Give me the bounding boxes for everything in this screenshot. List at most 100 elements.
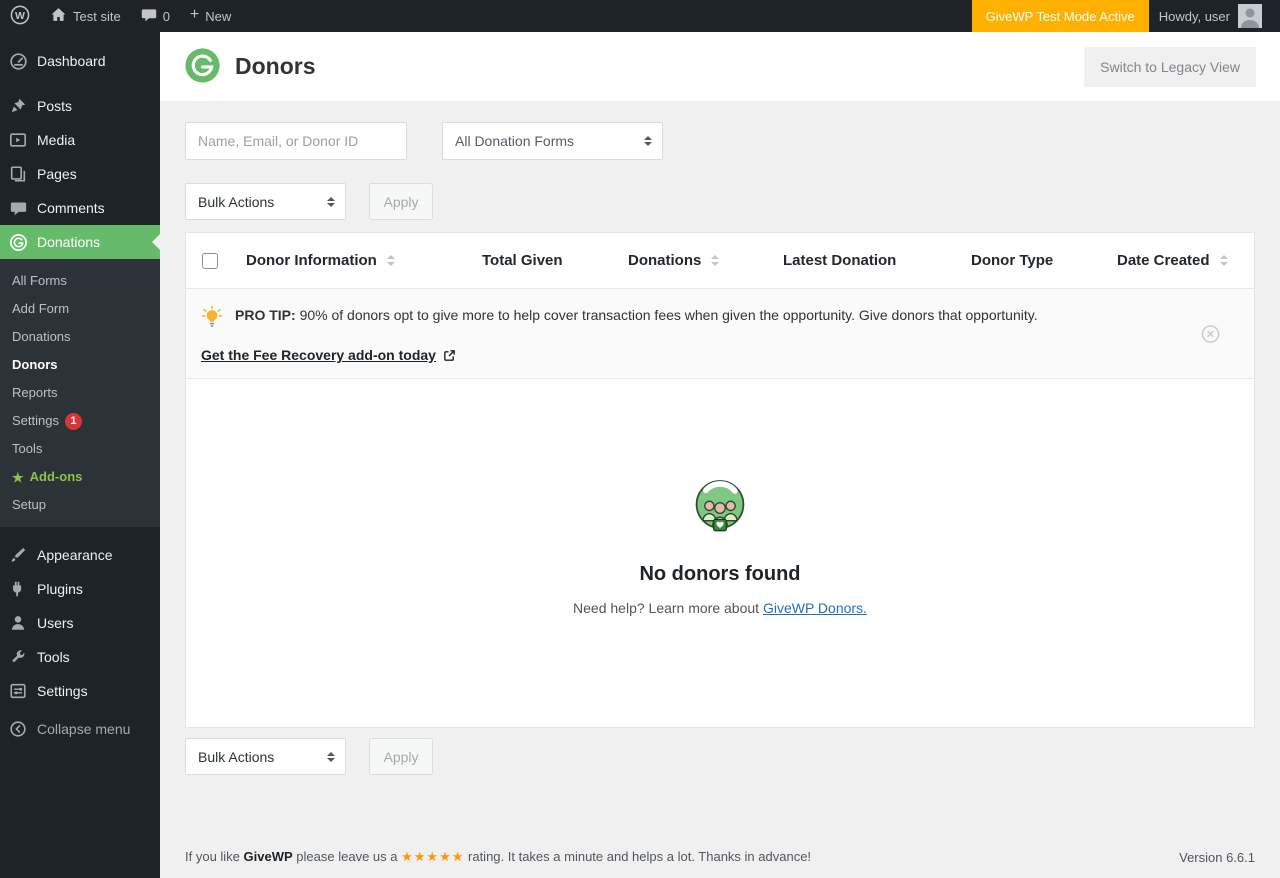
admin-layout: Dashboard Posts Media Pages Comments D	[0, 32, 1280, 878]
settings-update-badge: 1	[65, 413, 82, 430]
howdy-user-menu[interactable]: Howdy, user	[1149, 0, 1280, 32]
sidebar-item-label: Pages	[37, 166, 77, 182]
donor-search-input[interactable]	[185, 122, 407, 160]
bulk-actions-select[interactable]: Bulk Actions	[185, 183, 346, 220]
givewp-test-mode-badge[interactable]: GiveWP Test Mode Active	[972, 0, 1149, 32]
apply-button-bottom[interactable]: Apply	[369, 738, 433, 775]
empty-help-text: Need help? Learn more about	[573, 600, 759, 616]
sidebar-item-plugins[interactable]: Plugins	[0, 572, 160, 606]
pro-tip-text-row: PRO TIP: 90% of donors opt to give more …	[201, 305, 1198, 334]
admin-footer: If you like GiveWP please leave us a ★★★…	[160, 849, 1280, 878]
submenu-item-tools[interactable]: Tools	[0, 435, 160, 463]
switch-legacy-view-button[interactable]: Switch to Legacy View	[1084, 47, 1256, 87]
donation-forms-select[interactable]: All Donation Forms	[442, 122, 663, 160]
empty-state: No donors found Need help? Learn more ab…	[186, 379, 1254, 727]
sidebar-item-label: Posts	[37, 98, 72, 114]
collapse-menu-icon	[8, 720, 28, 738]
submenu-label: Tools	[12, 440, 42, 458]
givewp-menu-icon	[8, 233, 28, 252]
submenu-item-all-forms[interactable]: All Forms	[0, 267, 160, 295]
comments-bubble-icon	[141, 7, 157, 26]
sidebar-item-tools[interactable]: Tools	[0, 640, 160, 674]
svg-text:W: W	[15, 9, 25, 21]
sort-icon	[1220, 255, 1228, 266]
admin-bar-right: GiveWP Test Mode Active Howdy, user	[972, 0, 1280, 32]
plugins-icon	[8, 580, 28, 598]
sidebar-item-collapse-menu[interactable]: Collapse menu	[0, 712, 160, 746]
pro-tip-label: PRO TIP:	[235, 307, 296, 323]
column-label: Donor Type	[971, 252, 1053, 269]
sidebar-item-donations[interactable]: Donations	[0, 225, 160, 259]
admin-bar: W Test site 0 + New GiveWP Test Mode Act…	[0, 0, 1280, 32]
sidebar-item-dashboard[interactable]: Dashboard	[0, 44, 160, 78]
bulk-actions-select-bottom[interactable]: Bulk Actions	[185, 738, 346, 775]
new-content-button[interactable]: + New	[180, 0, 241, 32]
fee-recovery-link[interactable]: Get the Fee Recovery add-on today	[201, 347, 456, 363]
submenu-label: Setup	[12, 496, 46, 514]
sidebar-item-settings[interactable]: Settings	[0, 674, 160, 708]
sort-icon	[387, 255, 395, 266]
sidebar-item-media[interactable]: Media	[0, 123, 160, 157]
site-name-link[interactable]: Test site	[40, 0, 131, 32]
posts-icon	[8, 97, 28, 115]
page-title: Donors	[235, 53, 316, 80]
column-header-total-given: Total Given	[482, 252, 628, 269]
star-icon: ★	[12, 471, 24, 484]
apply-button[interactable]: Apply	[369, 183, 433, 220]
column-header-date-created[interactable]: Date Created	[1117, 252, 1254, 269]
sidebar-item-posts[interactable]: Posts	[0, 89, 160, 123]
sidebar-item-label: Donations	[37, 234, 100, 250]
comments-shortcut[interactable]: 0	[131, 0, 180, 32]
sidebar-item-appearance[interactable]: Appearance	[0, 538, 160, 572]
main-content: Donors Switch to Legacy View All Donatio…	[160, 32, 1280, 878]
submenu-item-reports[interactable]: Reports	[0, 379, 160, 407]
fee-recovery-link-label: Get the Fee Recovery add-on today	[201, 347, 436, 363]
column-header-donations[interactable]: Donations	[628, 252, 783, 269]
bulk-actions-select-value: Bulk Actions	[198, 194, 274, 210]
column-header-donor-information[interactable]: Donor Information	[246, 252, 482, 269]
appearance-icon	[8, 546, 28, 564]
wordpress-logo-icon: W	[10, 5, 30, 28]
pro-tip-text: PRO TIP: 90% of donors opt to give more …	[235, 305, 1038, 325]
footer-text: If you like	[185, 849, 240, 864]
select-caret-icon	[644, 136, 652, 146]
pro-tip-message: 90% of donors opt to give more to help c…	[300, 307, 1038, 323]
donors-table-header: Donor Information Total Given Donations …	[186, 233, 1254, 288]
submenu-item-donations[interactable]: Donations	[0, 323, 160, 351]
submenu-item-add-ons[interactable]: ★ Add-ons	[0, 463, 160, 491]
dashboard-icon	[8, 52, 28, 71]
donation-forms-select-value: All Donation Forms	[455, 133, 574, 149]
givewp-donors-link[interactable]: GiveWP Donors.	[763, 600, 867, 616]
version-label: Version 6.6.1	[1179, 850, 1255, 865]
submenu-label: Add-ons	[30, 468, 83, 486]
bulk-actions-bar-bottom: Bulk Actions Apply	[160, 738, 1280, 775]
select-caret-icon	[327, 752, 335, 762]
submenu-item-add-form[interactable]: Add Form	[0, 295, 160, 323]
sidebar-item-label: Comments	[37, 200, 105, 216]
column-label: Donor Information	[246, 252, 377, 269]
sidebar-item-users[interactable]: Users	[0, 606, 160, 640]
dismiss-icon[interactable]	[1201, 324, 1220, 343]
sort-icon	[711, 255, 719, 266]
filter-bar: All Donation Forms	[160, 101, 1280, 181]
column-label: Date Created	[1117, 252, 1210, 269]
submenu-item-setup[interactable]: Setup	[0, 491, 160, 519]
column-label: Latest Donation	[783, 252, 896, 269]
submenu-label: Reports	[12, 384, 58, 402]
footer-text: rating. It takes a minute and helps a lo…	[468, 849, 811, 864]
submenu-item-settings[interactable]: Settings 1	[0, 407, 160, 435]
empty-state-illustration	[681, 472, 759, 547]
empty-state-title: No donors found	[639, 563, 800, 586]
donations-submenu: All Forms Add Form Donations Donors Repo…	[0, 259, 160, 527]
submenu-item-donors[interactable]: Donors	[0, 351, 160, 379]
select-all-checkbox[interactable]	[202, 253, 218, 269]
column-label: Total Given	[482, 252, 563, 269]
sidebar-item-pages[interactable]: Pages	[0, 157, 160, 191]
wordpress-menu-button[interactable]: W	[0, 0, 40, 32]
sidebar-item-comments[interactable]: Comments	[0, 191, 160, 225]
sidebar-item-label: Collapse menu	[37, 721, 130, 737]
settings-icon	[8, 682, 28, 700]
sidebar-item-label: Users	[37, 615, 74, 631]
howdy-label: Howdy, user	[1159, 9, 1230, 24]
page-header: Donors Switch to Legacy View	[160, 32, 1280, 101]
